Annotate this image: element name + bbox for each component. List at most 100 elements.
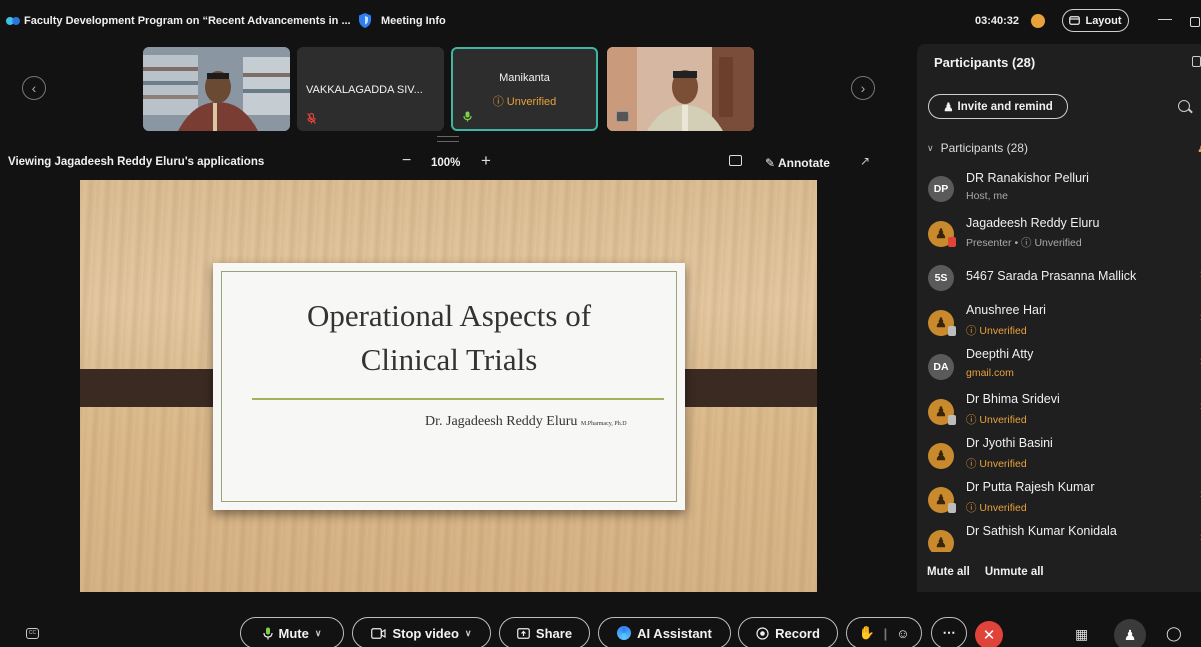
- minimize-button[interactable]: —: [1158, 10, 1172, 26]
- invite-and-remind-button[interactable]: ♟ Invite and remind: [928, 94, 1068, 119]
- participant-row[interactable]: DA Deepthi Atty gmail.com ✕: [927, 346, 1201, 390]
- ai-assistant-button[interactable]: AI Assistant: [598, 617, 731, 647]
- strip-next-button[interactable]: ›: [851, 76, 875, 100]
- remote-control-icon[interactable]: [729, 155, 742, 166]
- end-meeting-button[interactable]: ✕: [975, 621, 1003, 647]
- popout-icon[interactable]: [1192, 56, 1201, 67]
- participant-row[interactable]: ♟ Anushree Hari ⓘ Unverified ✕: [927, 302, 1201, 346]
- mute-all-button[interactable]: Mute all: [927, 566, 970, 578]
- meeting-info-button[interactable]: Meeting Info: [357, 12, 446, 29]
- stop-video-button[interactable]: Stop video ∨: [352, 617, 491, 647]
- slide-strap-left: [80, 369, 230, 407]
- emoji-reaction-icon[interactable]: ☺: [896, 626, 909, 641]
- slide: Operational Aspects of Clinical Trials D…: [213, 263, 685, 510]
- participant-action-icon[interactable]: ♟: [1197, 142, 1201, 155]
- device-badge-icon: [948, 415, 956, 425]
- participant-name: 5467 Sarada Prasanna Mallick: [966, 269, 1137, 283]
- participant-status: ⓘ Unverified: [966, 458, 1027, 470]
- participant-name: Jagadeesh Reddy Eluru: [966, 216, 1100, 230]
- zoom-level[interactable]: 100%: [431, 157, 460, 169]
- shared-content: Operational Aspects of Clinical Trials D…: [80, 180, 817, 592]
- record-button[interactable]: Record: [738, 617, 838, 647]
- annotate-pen-icon: ✎: [765, 156, 776, 170]
- fullscreen-icon[interactable]: ↗: [860, 154, 870, 168]
- presenter-badge-icon: [948, 237, 956, 247]
- slide-title-line-2: Clinical Trials: [360, 342, 538, 377]
- participant-name: Deepthi Atty: [966, 347, 1034, 361]
- screen-share-indicator-icon: [616, 111, 629, 122]
- record-icon: [756, 626, 769, 640]
- video-tile-active[interactable]: Manikanta ⓘ Unverified: [451, 47, 598, 131]
- device-badge-icon: [948, 326, 956, 336]
- participants-toggle-button[interactable]: ♟: [1114, 619, 1146, 647]
- participant-row[interactable]: ♟ Dr Putta Rajesh Kumar ⓘ Unverified ✕: [927, 479, 1201, 523]
- tile-participant-name: VAKKALAGADDA SIV...: [306, 84, 423, 96]
- video-tile[interactable]: [143, 47, 290, 131]
- share-icon: [517, 627, 530, 639]
- participants-section-toggle[interactable]: ∨ Participants (28): [927, 141, 1028, 155]
- participant-role: Host, me: [966, 190, 1009, 202]
- zoom-in-button[interactable]: +: [481, 151, 491, 171]
- close-icon: ✕: [982, 627, 996, 644]
- user-avatar[interactable]: [1031, 14, 1045, 28]
- participant-name: DR Ranakishor Pelluri: [966, 171, 1089, 185]
- participant-name: Anushree Hari: [966, 303, 1046, 317]
- layout-button[interactable]: Layout: [1062, 9, 1129, 32]
- video-tile[interactable]: VAKKALAGADDA SIV...: [297, 47, 444, 131]
- panel-title: Participants (28): [934, 55, 1036, 70]
- strip-prev-button[interactable]: ‹: [22, 76, 46, 100]
- slide-frame: Operational Aspects of Clinical Trials D…: [221, 271, 677, 502]
- person-icon: ♟: [943, 101, 954, 114]
- guest-avatar-icon: ♟: [928, 443, 954, 469]
- annotate-button[interactable]: ✎ Annotate: [765, 156, 830, 170]
- strip-resize-handle[interactable]: [437, 136, 459, 142]
- participant-name: Dr Putta Rajesh Kumar: [966, 480, 1095, 494]
- participant-name: Dr Jyothi Basini: [966, 436, 1053, 450]
- meeting-info-label: Meeting Info: [381, 14, 446, 27]
- tile-participant-name: Manikanta: [499, 72, 550, 84]
- unmute-all-button[interactable]: Unmute all: [985, 566, 1044, 578]
- search-icon[interactable]: [1178, 100, 1190, 112]
- participant-row[interactable]: ♟ Dr Jyothi Basini ⓘ Unverified: [927, 435, 1201, 479]
- webex-logo-icon: [6, 17, 20, 25]
- chat-icon[interactable]: ◯: [1166, 625, 1182, 642]
- raise-hand-icon[interactable]: ✋: [858, 625, 874, 641]
- chevron-down-icon: ∨: [927, 142, 934, 153]
- participant-status: ⓘ Unverified: [966, 414, 1027, 426]
- participant-row[interactable]: ♟ Jagadeesh Reddy Eluru Presenter • ⓘ Un…: [927, 213, 1201, 257]
- muted-mic-icon: [307, 113, 316, 124]
- share-button[interactable]: Share: [499, 617, 590, 647]
- slide-title-line-1: Operational Aspects of: [306, 298, 592, 333]
- avatar: 5S: [928, 265, 954, 291]
- participant-row[interactable]: ♟ Dr Bhima Sridevi ⓘ Unverified ✕: [927, 391, 1201, 435]
- section-label: Participants (28): [940, 141, 1028, 155]
- more-icon: ⋯: [942, 625, 956, 640]
- slide-author-name: Dr. Jagadeesh Reddy Eluru: [425, 414, 578, 429]
- participant-status: ⓘ Unverified: [966, 502, 1027, 514]
- ai-assistant-icon: [617, 626, 632, 640]
- mute-label: Mute: [278, 625, 309, 641]
- shield-icon: [359, 13, 371, 28]
- participant-email: gmail.com: [966, 367, 1014, 379]
- mute-button[interactable]: Mute ∨: [240, 617, 344, 647]
- participant-role: Presenter • ⓘ Unverified: [966, 235, 1082, 250]
- unverified-status: ⓘ Unverified: [492, 96, 557, 108]
- participant-row[interactable]: DP DR Ranakishor Pelluri Host, me: [927, 168, 1201, 212]
- slide-strap-right: [669, 369, 817, 407]
- meeting-timer: 03:40:32: [975, 15, 1020, 27]
- participant-row[interactable]: ♟ Dr Sathish Kumar Konidala ✕: [927, 522, 1201, 552]
- zoom-out-button[interactable]: −: [402, 152, 411, 170]
- participants-panel: Participants (28) ♟ Invite and remind ∨ …: [917, 44, 1201, 592]
- participant-row[interactable]: 5S 5467 Sarada Prasanna Mallick ✕: [927, 259, 1201, 303]
- avatar: DP: [928, 176, 954, 202]
- maximize-button[interactable]: [1190, 17, 1200, 27]
- slide-author-credentials: M.Pharmacy, Ph.D: [580, 421, 627, 427]
- captions-icon[interactable]: CC: [26, 628, 39, 639]
- apps-icon[interactable]: ▦: [1075, 626, 1088, 643]
- participant-role-text: Presenter • ⓘ Unverified: [966, 237, 1082, 249]
- layout-label: Layout: [1085, 14, 1122, 27]
- more-options-button[interactable]: ⋯: [931, 617, 967, 647]
- video-tile[interactable]: [607, 47, 754, 131]
- participant-name: Dr Sathish Kumar Konidala: [966, 524, 1117, 538]
- title-bar: Faculty Development Program on “Recent A…: [0, 0, 1201, 44]
